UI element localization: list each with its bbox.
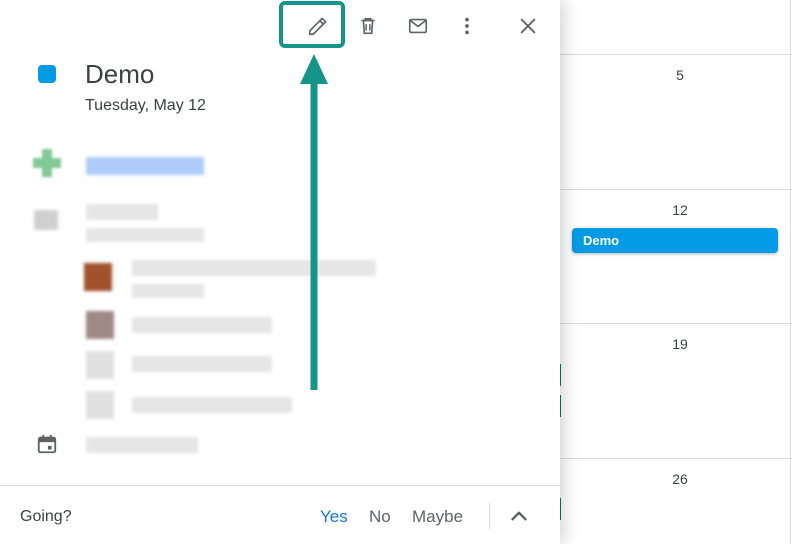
mail-icon [408, 18, 428, 34]
footer-divider [0, 485, 560, 486]
calendar-event-chip[interactable]: Demo [572, 228, 778, 253]
rsvp-no-button[interactable]: No [369, 507, 391, 527]
calendar-week-divider [560, 323, 792, 324]
guest-avatar [86, 351, 114, 379]
rsvp-maybe-button[interactable]: Maybe [412, 507, 463, 527]
event-color-swatch [38, 65, 56, 83]
guest-summary [86, 228, 204, 242]
guest-role [132, 284, 204, 298]
guest-name[interactable] [132, 260, 376, 276]
calendar-column-divider [790, 0, 791, 544]
guests-icon [34, 210, 58, 230]
edit-button-highlight [279, 1, 345, 48]
guest-avatar [86, 311, 114, 339]
event-detail-panel: Demo Tuesday, May 12 Going? Yes No Maybe [0, 0, 560, 544]
event-title: Demo [85, 59, 155, 89]
email-guests-button[interactable] [398, 6, 438, 46]
calendar-day-number[interactable]: 26 [660, 471, 700, 487]
footer-separator [489, 503, 490, 529]
close-icon [520, 18, 536, 34]
calendar-icon [37, 434, 57, 454]
calendar-day-number[interactable]: 5 [660, 67, 700, 83]
close-button[interactable] [508, 6, 548, 46]
more-vert-icon [465, 17, 469, 35]
calendar-day-number[interactable]: 19 [660, 336, 700, 352]
guest-avatar [84, 263, 112, 291]
annotation-arrow [300, 54, 328, 390]
video-call-link[interactable] [86, 157, 204, 175]
rsvp-yes-button[interactable]: Yes [320, 507, 348, 527]
calendar-week-divider [560, 458, 792, 459]
event-date: Tuesday, May 12 [85, 97, 206, 114]
calendar-owner [86, 437, 198, 453]
calendar-day-number[interactable]: 12 [660, 202, 700, 218]
guest-avatar [86, 391, 114, 419]
guest-count [86, 204, 158, 220]
guest-name[interactable] [132, 317, 272, 333]
guest-name[interactable] [132, 356, 272, 372]
rsvp-label: Going? [20, 508, 72, 525]
meet-icon [33, 149, 61, 177]
delete-event-button[interactable] [348, 6, 388, 46]
guest-name[interactable] [132, 397, 292, 413]
chevron-up-icon[interactable] [506, 503, 532, 529]
calendar-week-divider [560, 189, 792, 190]
trash-icon [361, 17, 375, 35]
more-options-button[interactable] [447, 6, 487, 46]
calendar-week-divider [560, 54, 792, 55]
